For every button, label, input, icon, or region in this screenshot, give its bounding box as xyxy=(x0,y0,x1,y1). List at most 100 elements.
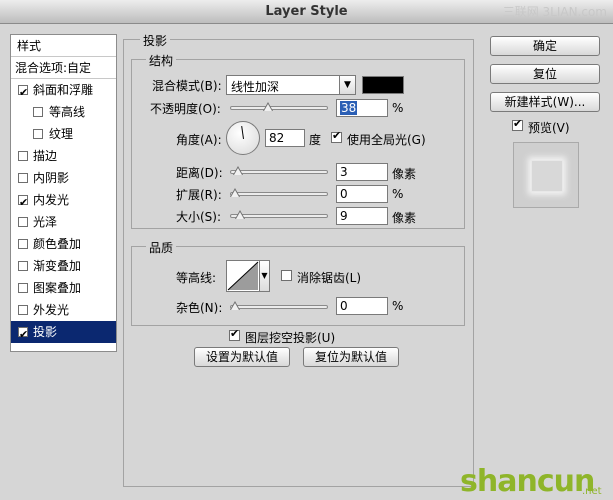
style-item-checkbox[interactable] xyxy=(18,82,28,104)
anti-alias-label: 消除锯齿(L) xyxy=(297,271,362,285)
structure-title: 结构 xyxy=(146,52,177,69)
style-item-label: 描边 xyxy=(33,149,58,163)
reset-button[interactable]: 复位 xyxy=(490,64,600,84)
angle-input[interactable]: 82 xyxy=(265,129,305,147)
style-item[interactable]: 光泽 xyxy=(11,211,116,233)
style-item[interactable]: 纹理 xyxy=(11,123,116,145)
angle-dial-needle xyxy=(241,125,244,139)
knockout-checkbox[interactable] xyxy=(229,327,240,341)
noise-track xyxy=(230,305,328,309)
noise-label: 杂色(N): xyxy=(176,301,223,315)
blend-mode-label: 混合模式(B): xyxy=(152,79,222,93)
style-item[interactable]: 外发光 xyxy=(11,299,116,321)
style-item-checkbox[interactable] xyxy=(18,283,28,293)
style-item-checkbox[interactable] xyxy=(18,305,28,315)
style-item-checkbox[interactable] xyxy=(18,173,28,183)
size-slider-thumb[interactable] xyxy=(235,210,246,219)
opacity-slider-thumb[interactable] xyxy=(263,102,274,111)
contour-picker[interactable]: ▼ xyxy=(226,260,270,292)
style-item[interactable]: 图案叠加 xyxy=(11,277,116,299)
style-item[interactable]: 投影 xyxy=(11,321,116,346)
noise-input[interactable]: 0 xyxy=(336,297,388,315)
opacity-track xyxy=(230,106,328,110)
style-item-checkbox[interactable] xyxy=(33,129,43,139)
style-item[interactable]: 描边 xyxy=(11,145,116,167)
layer-style-dialog: 样式 混合选项:自定 斜面和浮雕等高线纹理描边内阴影内发光光泽颜色叠加渐变叠加图… xyxy=(0,24,613,500)
style-item-checkbox[interactable] xyxy=(18,217,28,227)
distance-value: 3 xyxy=(340,165,348,179)
opacity-label: 不透明度(O): xyxy=(150,102,221,116)
spread-slider-thumb[interactable] xyxy=(230,188,240,197)
distance-input[interactable]: 3 xyxy=(336,163,388,181)
size-input[interactable]: 9 xyxy=(336,207,388,225)
distance-track xyxy=(230,170,328,174)
noise-slider-thumb[interactable] xyxy=(230,301,240,310)
spread-slider[interactable] xyxy=(230,186,328,202)
spread-label: 扩展(R): xyxy=(176,188,222,202)
set-default-button[interactable]: 设置为默认值 xyxy=(194,347,290,367)
opacity-input[interactable]: 38 xyxy=(336,99,388,117)
styles-header-label: 样式 xyxy=(17,39,42,53)
chevron-down-icon: ▼ xyxy=(339,76,355,94)
style-item-label: 内阴影 xyxy=(33,171,70,185)
style-item-label: 投影 xyxy=(33,325,58,339)
style-item[interactable]: 内阴影 xyxy=(11,167,116,189)
opacity-slider[interactable] xyxy=(230,100,328,116)
blend-mode-select[interactable]: 线性加深 ▼ xyxy=(226,75,356,95)
style-item-checkbox[interactable] xyxy=(18,151,28,161)
style-item[interactable]: 等高线 xyxy=(11,101,116,123)
global-light-checkbox[interactable] xyxy=(331,129,342,143)
style-item-checkbox[interactable] xyxy=(33,107,43,117)
size-value: 9 xyxy=(340,209,348,223)
noise-unit: % xyxy=(392,299,404,313)
shadow-color-swatch[interactable] xyxy=(362,76,404,94)
angle-unit: 度 xyxy=(309,133,322,147)
style-item-label: 图案叠加 xyxy=(33,281,82,295)
style-item-label: 内发光 xyxy=(33,193,70,207)
distance-slider-thumb[interactable] xyxy=(232,166,243,175)
contour-label: 等高线: xyxy=(176,271,217,285)
style-item-checkbox[interactable] xyxy=(18,324,28,346)
styles-header[interactable]: 样式 xyxy=(11,35,116,57)
spread-track xyxy=(230,192,328,196)
style-item[interactable]: 渐变叠加 xyxy=(11,255,116,277)
noise-slider[interactable] xyxy=(230,299,328,315)
style-item-label: 纹理 xyxy=(49,127,74,141)
spread-input[interactable]: 0 xyxy=(336,185,388,203)
reset-default-button[interactable]: 复位为默认值 xyxy=(303,347,399,367)
global-light-label: 使用全局光(G) xyxy=(347,133,426,147)
style-item-label: 等高线 xyxy=(49,105,86,119)
preview-label: 预览(V) xyxy=(528,121,570,135)
style-item-checkbox[interactable] xyxy=(18,239,28,249)
style-item[interactable]: 内发光 xyxy=(11,189,116,214)
style-item[interactable]: 颜色叠加 xyxy=(11,233,116,255)
blend-mode-value: 线性加深 xyxy=(231,80,280,94)
anti-alias-checkbox[interactable] xyxy=(281,270,292,281)
preview-checkbox[interactable] xyxy=(512,117,523,131)
new-style-button[interactable]: 新建样式(W)... xyxy=(490,92,600,112)
style-item-label: 光泽 xyxy=(33,215,58,229)
noise-value: 0 xyxy=(340,299,348,313)
spread-unit: % xyxy=(392,187,404,201)
distance-slider[interactable] xyxy=(230,164,328,180)
size-slider[interactable] xyxy=(230,208,328,224)
watermark-text: 三联网 3LIAN.com xyxy=(502,5,607,19)
style-item[interactable]: 斜面和浮雕 xyxy=(11,79,116,104)
angle-dial[interactable] xyxy=(226,121,260,155)
style-item-label: 渐变叠加 xyxy=(33,259,82,273)
style-item-label: 颜色叠加 xyxy=(33,237,82,251)
chevron-down-icon: ▼ xyxy=(259,261,269,291)
angle-label: 角度(A): xyxy=(176,133,222,147)
preview-thumbnail xyxy=(531,160,563,192)
window-title: Layer Style xyxy=(265,4,348,19)
spread-value: 0 xyxy=(340,187,348,201)
style-item-checkbox[interactable] xyxy=(18,261,28,271)
style-item-checkbox[interactable] xyxy=(18,192,28,214)
styles-list: 样式 混合选项:自定 斜面和浮雕等高线纹理描边内阴影内发光光泽颜色叠加渐变叠加图… xyxy=(10,34,117,352)
blend-options-item[interactable]: 混合选项:自定 xyxy=(11,57,116,79)
size-label: 大小(S): xyxy=(176,210,222,224)
drop-shadow-title: 投影 xyxy=(140,32,171,49)
opacity-value: 38 xyxy=(340,101,358,115)
ok-button[interactable]: 确定 xyxy=(490,36,600,56)
contour-curve-icon xyxy=(227,261,259,291)
